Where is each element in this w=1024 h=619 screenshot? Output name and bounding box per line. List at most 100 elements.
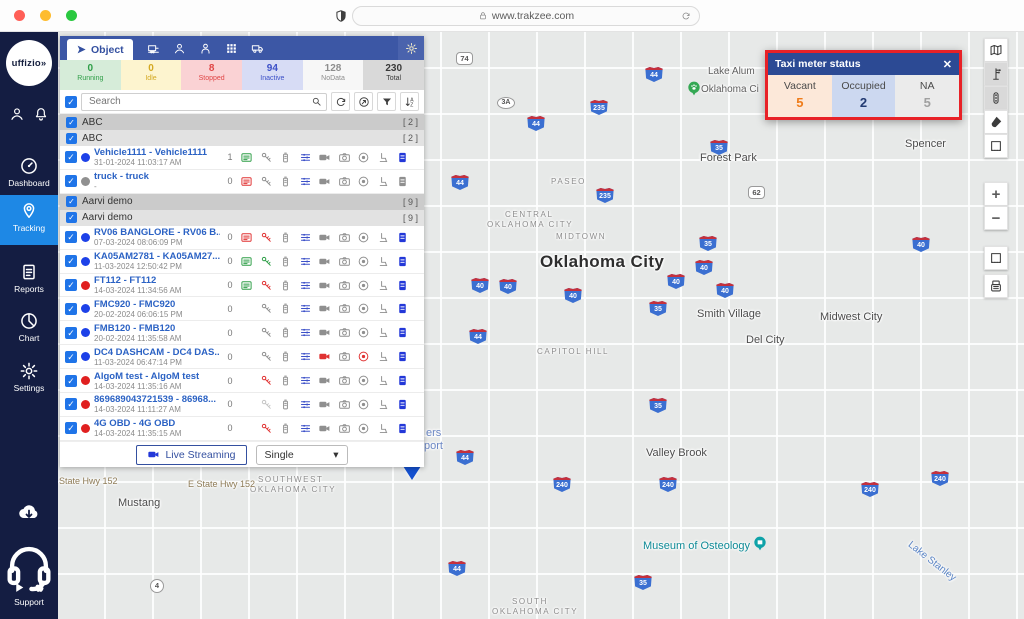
stream-mode-select[interactable]: Single ▾ [256, 445, 348, 465]
taxi-cell-occupied[interactable]: Occupied2 [832, 75, 896, 117]
battery-icon[interactable] [279, 302, 292, 315]
camera-icon[interactable] [338, 255, 351, 268]
videocam-icon[interactable] [318, 255, 331, 268]
vehicle-name[interactable]: DC4 DASHCAM - DC4 DAS... [94, 347, 220, 358]
zoo-map-pin[interactable] [686, 80, 702, 96]
frame-button-2[interactable] [984, 246, 1008, 270]
status-cell-inactive[interactable]: 94Inactive [242, 60, 303, 90]
battery-icon[interactable] [279, 422, 292, 435]
uffizio-logo[interactable]: uffizio» [6, 40, 52, 86]
fuel-icon[interactable] [396, 350, 409, 363]
meter-icon[interactable] [240, 231, 253, 244]
obd-icon[interactable] [299, 151, 312, 164]
vehicle-name[interactable]: RV06 BANGLORE - RV06 B... [94, 227, 220, 238]
select-all-checkbox[interactable]: ✓ [65, 96, 77, 108]
key-icon[interactable] [260, 350, 273, 363]
videocam-icon[interactable] [318, 175, 331, 188]
status-cell-nodata[interactable]: 128NoData [303, 60, 364, 90]
refresh-button[interactable] [331, 92, 350, 111]
fuel-icon[interactable] [396, 151, 409, 164]
vehicle-checkbox[interactable]: ✓ [65, 255, 77, 267]
meter-icon[interactable] [240, 422, 253, 435]
search-input[interactable] [89, 96, 306, 107]
status-cell-running[interactable]: 0Running [60, 60, 121, 90]
obd-icon[interactable] [299, 175, 312, 188]
meter-icon[interactable] [240, 175, 253, 188]
meter-icon[interactable] [240, 374, 253, 387]
camera-icon[interactable] [338, 374, 351, 387]
fuel-icon[interactable] [396, 302, 409, 315]
battery-icon[interactable] [279, 255, 292, 268]
taxi-cell-vacant[interactable]: Vacant5 [768, 75, 832, 117]
vehicle-row[interactable]: ✓4G OBD - 4G OBD14-03-2024 11:35:15 AM0 [60, 417, 424, 441]
battery-icon[interactable] [279, 326, 292, 339]
record-icon[interactable] [357, 231, 370, 244]
tab-truck-icon[interactable] [251, 42, 264, 55]
obd-icon[interactable] [299, 374, 312, 387]
key-icon[interactable] [260, 231, 273, 244]
key-icon[interactable] [260, 279, 273, 292]
fuel-icon[interactable] [396, 398, 409, 411]
record-icon[interactable] [357, 151, 370, 164]
obd-icon[interactable] [299, 302, 312, 315]
obd-icon[interactable] [299, 279, 312, 292]
obd-icon[interactable] [299, 255, 312, 268]
meter-icon[interactable] [240, 350, 253, 363]
seat-icon[interactable] [377, 255, 390, 268]
status-cell-idle[interactable]: 0Idle [121, 60, 182, 90]
videocam-icon[interactable] [318, 302, 331, 315]
vehicle-row[interactable]: ✓Vehicle1111 - Vehicle111131-01-2024 11:… [60, 146, 424, 170]
key-icon[interactable] [260, 422, 273, 435]
vehicle-row[interactable]: ✓DC4 DASHCAM - DC4 DAS...11-03-2024 06:4… [60, 345, 424, 369]
notifications-bell-icon[interactable] [33, 106, 49, 122]
camera-icon[interactable] [338, 151, 351, 164]
record-icon[interactable] [357, 398, 370, 411]
group-row[interactable]: ✓ABC[ 2 ] [60, 114, 424, 130]
seat-icon[interactable] [377, 279, 390, 292]
camera-icon[interactable] [338, 279, 351, 292]
taxi-cell-na[interactable]: NA5 [895, 75, 959, 117]
apple-icon[interactable] [33, 581, 46, 594]
seat-icon[interactable] [377, 326, 390, 339]
battery-icon[interactable] [279, 279, 292, 292]
meter-icon[interactable] [240, 302, 253, 315]
group-checkbox[interactable]: ✓ [66, 212, 77, 223]
vehicle-checkbox[interactable]: ✓ [65, 327, 77, 339]
videocam-icon[interactable] [318, 326, 331, 339]
fuel-icon[interactable] [396, 374, 409, 387]
vehicle-row[interactable]: ✓FMC920 - FMC92020-02-2024 06:06:15 PM0 [60, 297, 424, 321]
sidebar-item-support[interactable]: Support [0, 537, 58, 607]
group-row[interactable]: ✓Aarvi demo[ 9 ] [60, 210, 424, 226]
sidebar-item-reports[interactable]: Reports [0, 256, 58, 294]
vehicle-row[interactable]: ✓truck - truck-0 [60, 170, 424, 194]
meter-icon[interactable] [240, 398, 253, 411]
vehicle-row[interactable]: ✓RV06 BANGLORE - RV06 B...07-03-2024 08:… [60, 226, 424, 250]
battery-icon[interactable] [279, 231, 292, 244]
videocam-icon[interactable] [318, 398, 331, 411]
user-icon[interactable] [9, 106, 25, 122]
sidebar-item-chart[interactable]: Chart [0, 305, 58, 343]
close-icon[interactable]: ✕ [943, 58, 952, 71]
vehicle-checkbox[interactable]: ✓ [65, 422, 77, 434]
videocam-icon[interactable] [318, 422, 331, 435]
vehicle-cluster-marker[interactable] [403, 466, 421, 480]
record-icon[interactable] [357, 255, 370, 268]
fuel-icon[interactable] [396, 175, 409, 188]
tab-driver-icon[interactable] [173, 42, 186, 55]
camera-icon[interactable] [338, 231, 351, 244]
signal-button[interactable] [984, 62, 1008, 86]
camera-icon[interactable] [338, 422, 351, 435]
camera-icon[interactable] [338, 175, 351, 188]
record-icon[interactable] [357, 175, 370, 188]
battery-icon[interactable] [279, 175, 292, 188]
vehicle-name[interactable]: 869689043721539 - 86968... [94, 394, 220, 405]
vehicle-checkbox[interactable]: ✓ [65, 351, 77, 363]
status-cell-total[interactable]: 230Total [363, 60, 424, 90]
group-row[interactable]: ✓ABC[ 2 ] [60, 130, 424, 146]
live-streaming-button[interactable]: Live Streaming [136, 445, 246, 465]
device-button-2[interactable] [984, 274, 1008, 298]
meter-icon[interactable] [240, 326, 253, 339]
vehicle-row[interactable]: ✓KA05AM2781 - KA05AM27...11-03-2024 12:5… [60, 250, 424, 274]
vehicle-name[interactable]: FMB120 - FMB120 [94, 323, 220, 334]
vehicle-checkbox[interactable]: ✓ [65, 151, 77, 163]
